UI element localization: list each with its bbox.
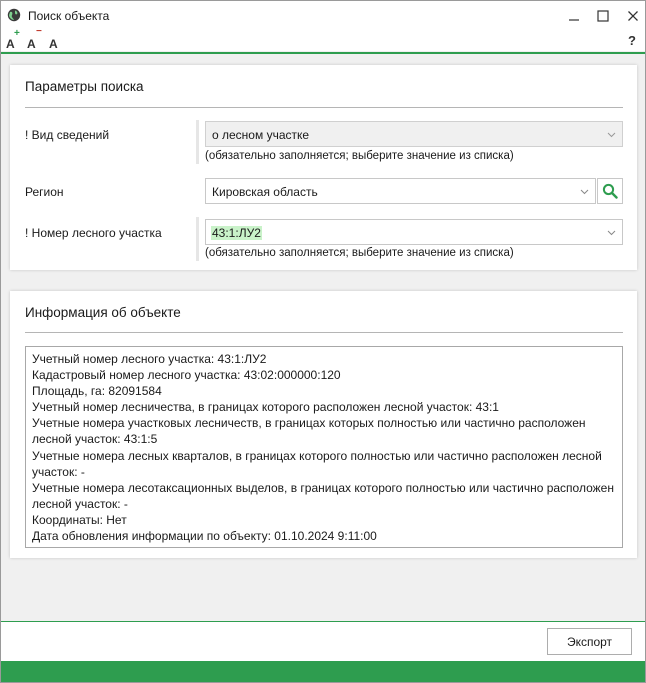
close-icon	[628, 11, 638, 21]
plot-number-value: 43:1:ЛУ2	[211, 226, 262, 240]
info-type-value: о лесном участке	[212, 128, 310, 142]
font-increase-label: A	[6, 37, 15, 51]
region-value: Кировская область	[212, 185, 318, 199]
section-divider	[25, 332, 623, 333]
info-line: Учетный номер лесничества, в границах ко…	[32, 400, 499, 415]
info-line: Кадастровый номер лесного участка: 43:02…	[32, 368, 341, 383]
status-bar	[1, 661, 645, 682]
font-decrease-label: A	[27, 37, 36, 51]
close-button[interactable]	[622, 5, 644, 27]
region-search-button[interactable]	[597, 178, 623, 204]
section-divider	[25, 107, 623, 108]
footer: Экспорт	[1, 622, 645, 661]
info-line: Учетные номера лесотаксационных выделов,…	[32, 480, 614, 495]
chevron-down-icon	[607, 132, 616, 138]
plot-number-hint: (обязательно заполняется; выберите значе…	[205, 247, 514, 259]
globe-icon	[7, 8, 21, 22]
info-line: Площадь, га: 82091584	[32, 384, 162, 399]
window-title: Поиск объекта	[28, 9, 110, 23]
info-line: лесной участок: -	[32, 496, 128, 511]
region-label: Регион	[25, 185, 64, 199]
plus-icon: +	[14, 28, 20, 39]
region-select[interactable]: Кировская область	[205, 178, 596, 204]
maximize-icon	[597, 10, 609, 22]
info-type-label: ! Вид сведений	[25, 128, 110, 142]
font-default-label: A	[49, 37, 58, 51]
help-button[interactable]: ?	[628, 33, 636, 48]
font-default-button[interactable]: A	[49, 31, 61, 51]
info-type-select[interactable]: о лесном участке	[205, 121, 623, 147]
font-decrease-button[interactable]: A −	[27, 26, 43, 51]
info-line: Учетные номера участковых лесничеств, в …	[32, 416, 586, 431]
required-marker	[196, 120, 199, 164]
chevron-down-icon	[580, 189, 589, 195]
info-type-hint: (обязательно заполняется; выберите значе…	[205, 150, 514, 162]
search-icon	[602, 183, 618, 199]
minimize-icon	[569, 19, 579, 21]
maximize-button[interactable]	[592, 5, 614, 27]
minimize-button[interactable]	[563, 5, 585, 27]
plot-number-label: ! Номер лесного участка	[25, 226, 162, 240]
object-info-title: Информация об объекте	[25, 305, 181, 320]
minus-icon: −	[36, 26, 42, 37]
info-line: Учетный номер лесного участка: 43:1:ЛУ2	[32, 352, 267, 366]
info-line: Дата обновления информации по объекту: 0…	[32, 529, 377, 544]
info-line: Координаты: Нет	[32, 512, 127, 527]
toolbar: A + A − A ?	[1, 26, 645, 51]
font-increase-button[interactable]: A +	[6, 28, 22, 51]
chevron-down-icon	[607, 230, 616, 236]
search-object-window: Поиск объекта A + A − A ? Параметры поис…	[0, 0, 646, 683]
search-params-title: Параметры поиска	[25, 79, 144, 94]
plot-number-select[interactable]: 43:1:ЛУ2	[205, 219, 623, 245]
info-line: лесной участок: 43:1:5	[32, 432, 158, 447]
info-line: Учетные номера лесных кварталов, в грани…	[32, 448, 602, 463]
export-button[interactable]: Экспорт	[547, 628, 632, 655]
search-params-panel: Параметры поиска ! Вид сведений о лесном…	[10, 65, 637, 270]
object-info-text[interactable]: Учетный номер лесного участка: 43:1:ЛУ2 …	[25, 346, 623, 548]
object-info-panel: Информация об объекте Учетный номер лесн…	[10, 291, 637, 558]
required-marker	[196, 217, 199, 261]
title-bar: Поиск объекта	[1, 1, 645, 31]
toolbar-divider	[1, 52, 645, 54]
info-line: участок: -	[32, 464, 85, 479]
